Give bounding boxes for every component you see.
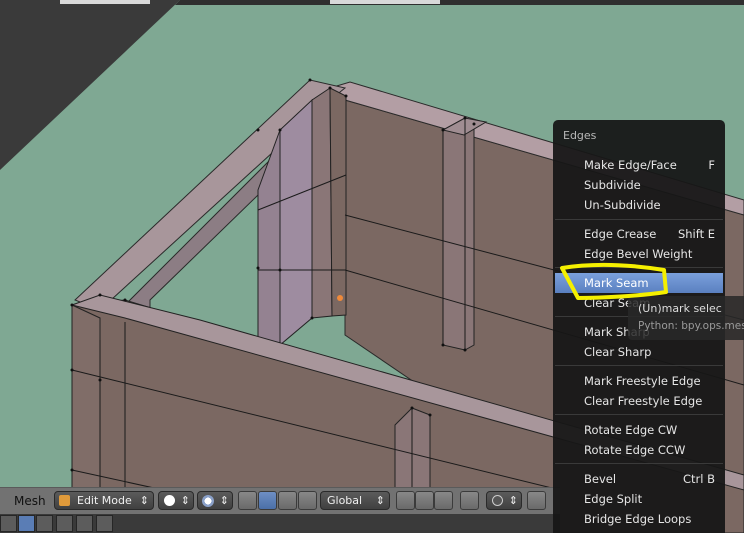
yellow-highlight-annotation: [560, 262, 668, 300]
